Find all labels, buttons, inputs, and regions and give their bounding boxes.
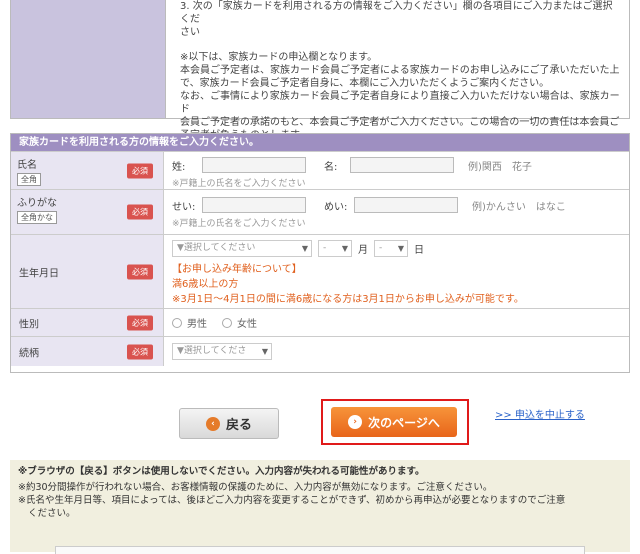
female-label: 女性 — [237, 319, 257, 330]
chevron-right-icon: › — [348, 415, 363, 429]
birth-year-select[interactable]: ▼選択してください ▼ — [172, 239, 312, 257]
name-row: 氏名 全角 必須 姓: 名: 例)関西 花子 ※戸籍上の氏名をご入力ください — [11, 151, 629, 189]
birthdate-row: 生年月日 必須 ▼選択してください ▼ - ▼ 月 - ▼ 日 【お申し込み年齢につい… — [11, 234, 629, 308]
relation-label: 続柄 — [19, 348, 39, 359]
next-page-button[interactable]: › 次のページへ — [331, 407, 457, 437]
back-button-label: 戻る — [225, 418, 252, 433]
note-line: なお、ご事情により家族カード会員ご予定者自身により直接ご入力いただけない場合は、… — [180, 91, 620, 115]
mei-kana-label: めい: — [324, 201, 348, 213]
chevron-down-icon: ▼ — [301, 243, 308, 253]
chevron-down-icon: ▼ — [341, 243, 348, 253]
bottom-notice: ※ブラウザの【戻る】ボタンは使用しないでください。入力内容が失われる可能性があり… — [10, 460, 630, 552]
birth-month-value: - — [323, 242, 327, 253]
back-button[interactable]: ‹ 戻る — [179, 408, 279, 439]
mei-label: 名: — [324, 161, 338, 173]
instruction-line: さい — [180, 27, 200, 38]
required-badge: 必須 — [127, 264, 153, 279]
relation-label-cell: 続柄 必須 — [11, 337, 164, 366]
family-card-form: 家族カードを利用される方の情報をご入力ください。 氏名 全角 必須 姓: 名: … — [10, 133, 630, 373]
sei-kana-label: せい: — [172, 201, 196, 213]
name-example: 例)関西 花子 — [468, 161, 532, 173]
age-notice-text: 満6歳以上の方 — [172, 279, 239, 290]
chevron-left-icon: ‹ — [205, 416, 220, 431]
family-card-info-box: 3. 次の「家族カードを利用される方の情報をご入力ください」欄の各項目にご入力ま… — [10, 0, 630, 141]
age-notice-title: 【お申し込み年齢について】 — [172, 264, 302, 275]
male-radio[interactable] — [172, 317, 182, 328]
form-header: 家族カードを利用される方の情報をご入力ください。 — [11, 134, 629, 151]
change-note: ※氏名や生年月日等、項目によっては、後ほどご入力内容を変更することができず、初め… — [18, 495, 566, 506]
day-unit: 日 — [414, 244, 424, 256]
name-label-cell: 氏名 全角 必須 — [11, 152, 164, 189]
required-badge: 必須 — [127, 315, 153, 330]
change-note-cont: ください。 — [28, 508, 76, 519]
note-line: 本会員ご予定者は、家族カード会員ご予定者による家族カードのお申し込みにご了承いた… — [180, 65, 620, 76]
relation-value: ▼選択してくださ — [177, 346, 247, 356]
instruction-line: 3. 次の「家族カードを利用される方の情報をご入力ください」欄の各項目にご入力ま… — [180, 1, 613, 25]
gender-label-cell: 性別 必須 — [11, 309, 164, 336]
birth-day-select[interactable]: - ▼ — [374, 239, 408, 257]
next-section-edge — [55, 546, 585, 554]
gender-label: 性別 — [19, 319, 39, 330]
note-title: ※以下は、家族カードの申込欄となります。 — [180, 52, 378, 63]
birthdate-label: 生年月日 — [19, 268, 59, 279]
next-button-label: 次のページへ — [368, 415, 440, 430]
first-name-input[interactable] — [350, 157, 454, 173]
timeout-note: ※約30分間操作が行われない場合、お客様情報の保護のために、入力内容が無効になり… — [18, 482, 493, 493]
required-badge: 必須 — [127, 344, 153, 359]
month-unit: 月 — [358, 244, 368, 256]
birth-month-select[interactable]: - ▼ — [318, 239, 352, 257]
note-line: 会員ご予定者の承諾のもと、本会員ご予定者がご入力ください。この場合の一切の責任は… — [180, 117, 620, 128]
age-notice-detail: ※3月1日～4月1日の間に満6歳になる方は3月1日からお申し込みが可能です。 — [172, 294, 524, 305]
cancel-application-link[interactable]: >> 申込を中止する — [495, 406, 585, 421]
relation-select[interactable]: ▼選択してくださ ▼ — [172, 343, 272, 360]
chevron-down-icon: ▼ — [261, 347, 268, 356]
female-radio[interactable] — [222, 317, 232, 328]
zenkaku-kana-tag: 全角かな — [17, 211, 57, 224]
name-field-cell: 姓: 名: 例)関西 花子 ※戸籍上の氏名をご入力ください — [164, 152, 629, 189]
info-box-label-column — [11, 0, 166, 118]
name-hint: ※戸籍上の氏名をご入力ください — [172, 179, 306, 189]
gender-row: 性別 必須 男性 女性 — [11, 308, 629, 336]
back-button-warning: ※ブラウザの【戻る】ボタンは使用しないでください。入力内容が失われる可能性があり… — [18, 466, 425, 477]
sei-label: 姓: — [172, 161, 186, 173]
birth-year-value: ▼選択してください — [177, 242, 256, 253]
birth-day-value: - — [379, 242, 383, 253]
kana-hint: ※戸籍上の氏名をご入力ください — [172, 219, 306, 229]
note-line: で、家族カード会員ご予定者自身に、本欄にご入力いただくようご案内ください。 — [180, 78, 550, 89]
info-box-text: 3. 次の「家族カードを利用される方の情報をご入力ください」欄の各項目にご入力ま… — [166, 0, 629, 141]
required-badge: 必須 — [127, 163, 153, 178]
required-badge: 必須 — [127, 204, 153, 220]
gender-field-cell: 男性 女性 — [164, 309, 629, 336]
chevron-down-icon: ▼ — [397, 243, 404, 253]
kana-example: 例)かんさい はなこ — [472, 201, 566, 213]
relation-field-cell: ▼選択してくださ ▼ — [164, 337, 629, 366]
male-label: 男性 — [187, 319, 207, 330]
relation-row: 続柄 必須 ▼選択してくださ ▼ — [11, 336, 629, 366]
kana-row: ふりがな 全角かな 必須 せい: めい: 例)かんさい はなこ ※戸籍上の氏名を… — [11, 189, 629, 234]
last-name-kana-input[interactable] — [202, 197, 306, 213]
kana-field-cell: せい: めい: 例)かんさい はなこ ※戸籍上の氏名をご入力ください — [164, 190, 629, 234]
last-name-input[interactable] — [202, 157, 306, 173]
first-name-kana-input[interactable] — [354, 197, 458, 213]
birthdate-field-cell: ▼選択してください ▼ - ▼ 月 - ▼ 日 【お申し込み年齢について】 満6歳以上… — [164, 235, 629, 308]
zenkaku-tag: 全角 — [17, 173, 41, 186]
birthdate-label-cell: 生年月日 必須 — [11, 235, 164, 308]
kana-label-cell: ふりがな 全角かな 必須 — [11, 190, 164, 234]
